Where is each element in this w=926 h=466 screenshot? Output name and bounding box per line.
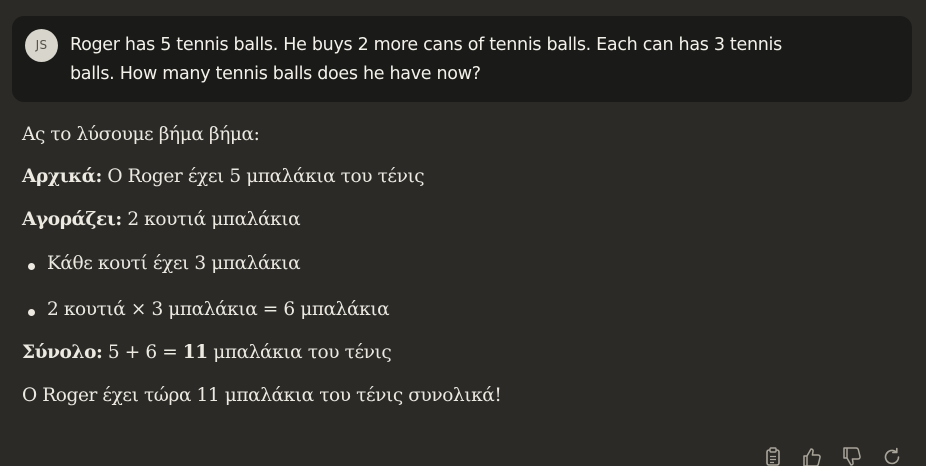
copy-button[interactable] — [762, 446, 784, 466]
response-intro: Ας το λύσουμε βήμα βήμα: — [22, 124, 260, 145]
user-message-line-1: Roger has 5 tennis balls. He buys 2 more… — [70, 35, 782, 55]
buys-text: 2 κουτιά μπαλάκια — [127, 209, 301, 230]
total-label: Σύνολο: — [22, 342, 103, 363]
response-initial: Αρχικά: Ο Roger έχει 5 μπαλάκια του τένι… — [22, 166, 425, 187]
response-total: Σύνολο: 5 + 6 = 11 μπαλάκια του τένις — [22, 342, 392, 363]
total-suffix: μπαλάκια του τένις — [213, 342, 392, 363]
bullet-text-1: Κάθε κουτί έχει 3 μπαλάκια — [47, 253, 301, 274]
buys-label: Αγοράζει: — [22, 209, 122, 230]
bullet-item-2: 2 κουτιά × 3 μπαλάκια = 6 μπαλάκια — [22, 299, 622, 329]
user-avatar: JS — [25, 29, 58, 62]
thumbs-down-button[interactable] — [841, 446, 863, 466]
user-message-text: Roger has 5 tennis balls. He buys 2 more… — [70, 31, 860, 88]
bullet-text-2: 2 κουτιά × 3 μπαλάκια = 6 μπαλάκια — [47, 299, 390, 320]
bullet-dot — [28, 263, 35, 270]
response-buys: Αγοράζει: 2 κουτιά μπαλάκια — [22, 209, 301, 230]
retry-icon — [884, 447, 900, 465]
message-actions — [760, 446, 920, 466]
total-value: 11 — [182, 342, 208, 363]
initial-text: Ο Roger έχει 5 μπαλάκια του τένις — [107, 166, 425, 187]
retry-button[interactable] — [881, 446, 903, 466]
thumbs-up-icon — [803, 448, 821, 466]
bullet-dot — [28, 309, 35, 316]
initial-label: Αρχικά: — [22, 166, 102, 187]
thumbs-down-icon — [843, 447, 861, 466]
bullet-item-1: Κάθε κουτί έχει 3 μπαλάκια — [22, 253, 622, 283]
response-conclusion: Ο Roger έχει τώρα 11 μπαλάκια του τένις … — [22, 385, 502, 406]
user-message-line-2: balls. How many tennis balls does he hav… — [70, 63, 481, 84]
copy-icon — [766, 447, 780, 466]
user-message-bubble: JS Roger has 5 tennis balls. He buys 2 m… — [12, 16, 912, 102]
intro-text: Ας το λύσουμε βήμα βήμα: — [22, 124, 260, 145]
conclusion-text: Ο Roger έχει τώρα 11 μπαλάκια του τένις … — [22, 385, 502, 406]
thumbs-up-button[interactable] — [801, 446, 823, 466]
total-expression: 5 + 6 = — [107, 342, 178, 363]
